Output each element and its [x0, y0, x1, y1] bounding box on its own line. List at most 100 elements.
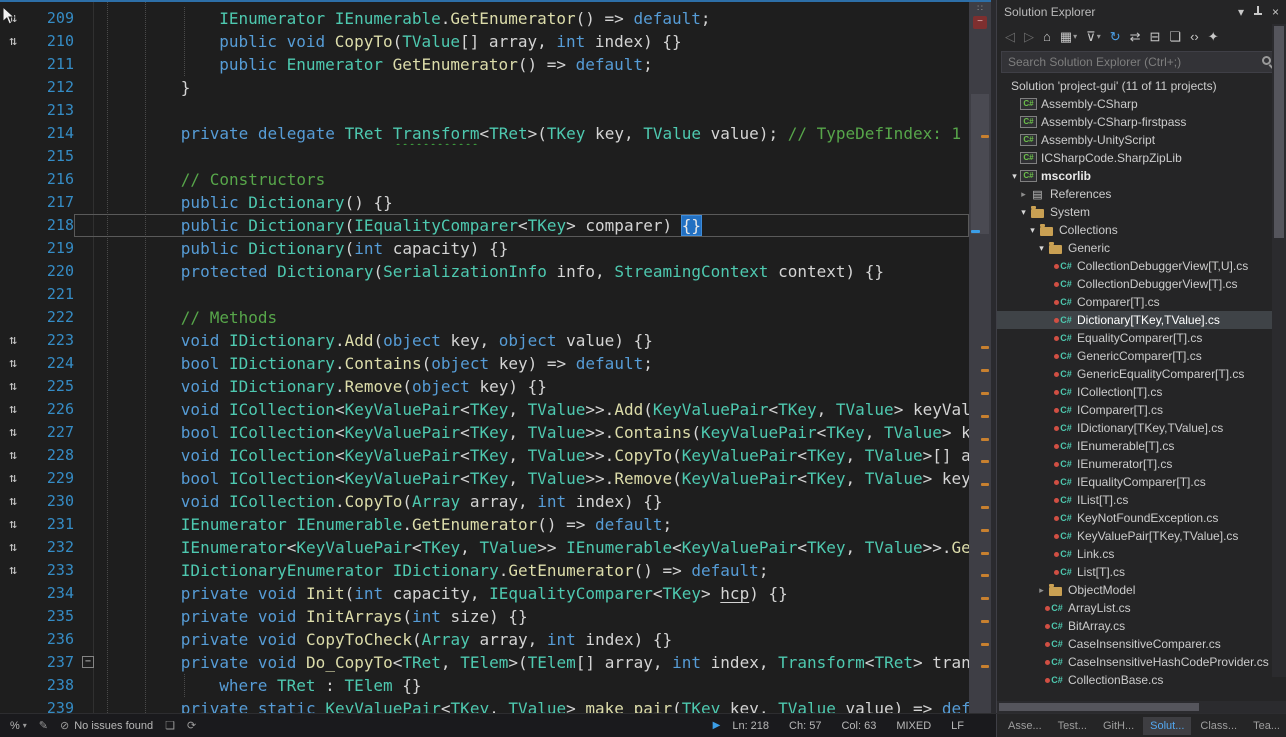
- code-text[interactable]: private void Do_CopyTo<TRet, TElem>(TEle…: [104, 651, 969, 674]
- code-line[interactable]: ⇅210public void CopyTo(TValue[] array, i…: [0, 30, 969, 53]
- code-line[interactable]: 212}: [0, 76, 969, 99]
- tree-item[interactable]: IDictionary[TKey,TValue].cs: [997, 419, 1272, 437]
- tree-item[interactable]: ▾mscorlib: [997, 167, 1272, 185]
- collapse-region-button[interactable]: −: [82, 656, 94, 668]
- expand-chevron-icon[interactable]: ▸: [1018, 189, 1029, 200]
- splitter-grip-icon[interactable]: ∷: [969, 2, 991, 14]
- code-line[interactable]: 238where TRet : TElem {}: [0, 674, 969, 697]
- issues-status[interactable]: ⊘ No issues found: [60, 719, 153, 732]
- tree-item[interactable]: Solution 'project-gui' (11 of 11 project…: [997, 77, 1272, 95]
- tree-item[interactable]: ICSharpCode.SharpZipLib: [997, 149, 1272, 167]
- code-text[interactable]: void ICollection<KeyValuePair<TKey, TVal…: [104, 444, 969, 467]
- tree-item[interactable]: List[T].cs: [997, 563, 1272, 581]
- implements-icon[interactable]: ⇅: [9, 559, 17, 582]
- implements-icon[interactable]: ⇅: [9, 398, 17, 421]
- code-line[interactable]: 234private void Init(int capacity, IEqua…: [0, 582, 969, 605]
- code-text[interactable]: IEnumerator IEnumerable.GetEnumerator() …: [104, 7, 969, 30]
- tree-item[interactable]: GenericComparer[T].cs: [997, 347, 1272, 365]
- code-text[interactable]: private static KeyValuePair<TKey, TValue…: [104, 697, 969, 713]
- code-line[interactable]: ⇅230void ICollection.CopyTo(Array array,…: [0, 490, 969, 513]
- tree-item[interactable]: Assembly-CSharp: [997, 95, 1272, 113]
- code-text[interactable]: where TRet : TElem {}: [104, 674, 969, 697]
- tree-item[interactable]: IEnumerator[T].cs: [997, 455, 1272, 473]
- code-text[interactable]: protected Dictionary(SerializationInfo i…: [104, 260, 969, 283]
- tree-item[interactable]: EqualityComparer[T].cs: [997, 329, 1272, 347]
- filter-icon[interactable]: ⊽▾: [1086, 30, 1101, 44]
- code-text[interactable]: public Dictionary() {}: [104, 191, 969, 214]
- implements-icon[interactable]: ⇅: [9, 329, 17, 352]
- implements-icon[interactable]: ⇅: [9, 375, 17, 398]
- tree-item[interactable]: IComparer[T].cs: [997, 401, 1272, 419]
- tree-item[interactable]: CollectionBase.cs: [997, 671, 1272, 689]
- code-text[interactable]: public Enumerator GetEnumerator() => def…: [104, 53, 969, 76]
- window-position-icon[interactable]: ▾: [1238, 6, 1244, 18]
- switch-views-icon[interactable]: ▦▾: [1060, 30, 1077, 44]
- code-text[interactable]: bool IDictionary.Contains(object key) =>…: [104, 352, 969, 375]
- code-text[interactable]: bool ICollection<KeyValuePair<TKey, TVal…: [104, 467, 969, 490]
- tree-item[interactable]: IEnumerable[T].cs: [997, 437, 1272, 455]
- se-horizontal-scrollbar[interactable]: [997, 701, 1286, 713]
- scrollbar-thumb[interactable]: [1274, 26, 1284, 238]
- tree-item[interactable]: KeyValuePair[TKey,TValue].cs: [997, 527, 1272, 545]
- panel-tab[interactable]: GitH...: [1096, 717, 1141, 735]
- tree-item[interactable]: Assembly-CSharp-firstpass: [997, 113, 1272, 131]
- tree-item[interactable]: BitArray.cs: [997, 617, 1272, 635]
- code-line[interactable]: 214private delegate TRet Transform<TRet>…: [0, 122, 969, 145]
- tree-item[interactable]: ▾System: [997, 203, 1272, 221]
- code-text[interactable]: private void InitArrays(int size) {}: [104, 605, 969, 628]
- code-line[interactable]: ⇅225void IDictionary.Remove(object key) …: [0, 375, 969, 398]
- panel-tab[interactable]: Asse...: [1001, 717, 1049, 735]
- show-all-files-icon[interactable]: ❏: [1169, 30, 1181, 44]
- tree-item[interactable]: CollectionDebuggerView[T].cs: [997, 275, 1272, 293]
- code-text[interactable]: // Constructors: [104, 168, 969, 191]
- implements-icon[interactable]: ⇅: [9, 444, 17, 467]
- search-icon[interactable]: [1262, 56, 1271, 65]
- code-line[interactable]: ⇅232IEnumerator<KeyValuePair<TKey, TValu…: [0, 536, 969, 559]
- tree-item[interactable]: Comparer[T].cs: [997, 293, 1272, 311]
- code-text[interactable]: [104, 283, 969, 306]
- code-text[interactable]: IEnumerator<KeyValuePair<TKey, TValue>> …: [104, 536, 969, 559]
- tree-item[interactable]: CaseInsensitiveHashCodeProvider.cs: [997, 653, 1272, 671]
- code-text[interactable]: void IDictionary.Add(object key, object …: [104, 329, 969, 352]
- code-line[interactable]: ⇅231IEnumerator IEnumerable.GetEnumerato…: [0, 513, 969, 536]
- expand-chevron-icon[interactable]: ▾: [1009, 171, 1020, 182]
- tree-item[interactable]: ▸ObjectModel: [997, 581, 1272, 599]
- se-vertical-scrollbar[interactable]: [1272, 24, 1286, 677]
- code-line[interactable]: 217public Dictionary() {}: [0, 191, 969, 214]
- code-text[interactable]: IDictionaryEnumerator IDictionary.GetEnu…: [104, 559, 969, 582]
- code-editor[interactable]: ⇅209IEnumerator IEnumerable.GetEnumerato…: [0, 2, 969, 713]
- implements-icon[interactable]: ⇅: [9, 490, 17, 513]
- code-line[interactable]: 235private void InitArrays(int size) {}: [0, 605, 969, 628]
- code-text[interactable]: private delegate TRet Transform<TRet>(TK…: [104, 122, 969, 145]
- code-line[interactable]: 219public Dictionary(int capacity) {}: [0, 237, 969, 260]
- code-text[interactable]: void ICollection<KeyValuePair<TKey, TVal…: [104, 398, 969, 421]
- back-icon[interactable]: ◁: [1005, 30, 1015, 44]
- code-line[interactable]: ⇅233IDictionaryEnumerator IDictionary.Ge…: [0, 559, 969, 582]
- code-line[interactable]: 215: [0, 145, 969, 168]
- code-line[interactable]: 239private static KeyValuePair<TKey, TVa…: [0, 697, 969, 713]
- home-icon[interactable]: ⌂: [1043, 30, 1051, 44]
- code-text[interactable]: private void Init(int capacity, IEqualit…: [104, 582, 969, 605]
- code-line[interactable]: ⇅229bool ICollection<KeyValuePair<TKey, …: [0, 467, 969, 490]
- code-line[interactable]: ⇅226void ICollection<KeyValuePair<TKey, …: [0, 398, 969, 421]
- panel-tab[interactable]: Test...: [1051, 717, 1094, 735]
- tree-item[interactable]: GenericEqualityComparer[T].cs: [997, 365, 1272, 383]
- tree-item[interactable]: Link.cs: [997, 545, 1272, 563]
- panel-tab[interactable]: Solut...: [1143, 717, 1191, 735]
- code-text[interactable]: [104, 145, 969, 168]
- code-line[interactable]: 221: [0, 283, 969, 306]
- code-line[interactable]: ⇅227bool ICollection<KeyValuePair<TKey, …: [0, 421, 969, 444]
- implements-icon[interactable]: ⇅: [9, 30, 17, 53]
- code-line[interactable]: 218public Dictionary(IEqualityComparer<T…: [0, 214, 969, 237]
- expand-chevron-icon[interactable]: ▾: [1027, 225, 1038, 236]
- tree-item[interactable]: KeyNotFoundException.cs: [997, 509, 1272, 527]
- tree-item[interactable]: Dictionary[TKey,TValue].cs: [997, 311, 1272, 329]
- properties-icon[interactable]: ✦: [1208, 30, 1219, 44]
- scrollbar-thumb[interactable]: [971, 94, 989, 234]
- code-text[interactable]: bool ICollection<KeyValuePair<TKey, TVal…: [104, 421, 969, 444]
- forward-icon[interactable]: ▷: [1024, 30, 1034, 44]
- code-text[interactable]: public void CopyTo(TValue[] array, int i…: [104, 30, 969, 53]
- editor-scrollbar[interactable]: ∷ −: [969, 2, 991, 713]
- code-view-icon[interactable]: ‹›: [1190, 30, 1199, 44]
- tree-item[interactable]: ▸References: [997, 185, 1272, 203]
